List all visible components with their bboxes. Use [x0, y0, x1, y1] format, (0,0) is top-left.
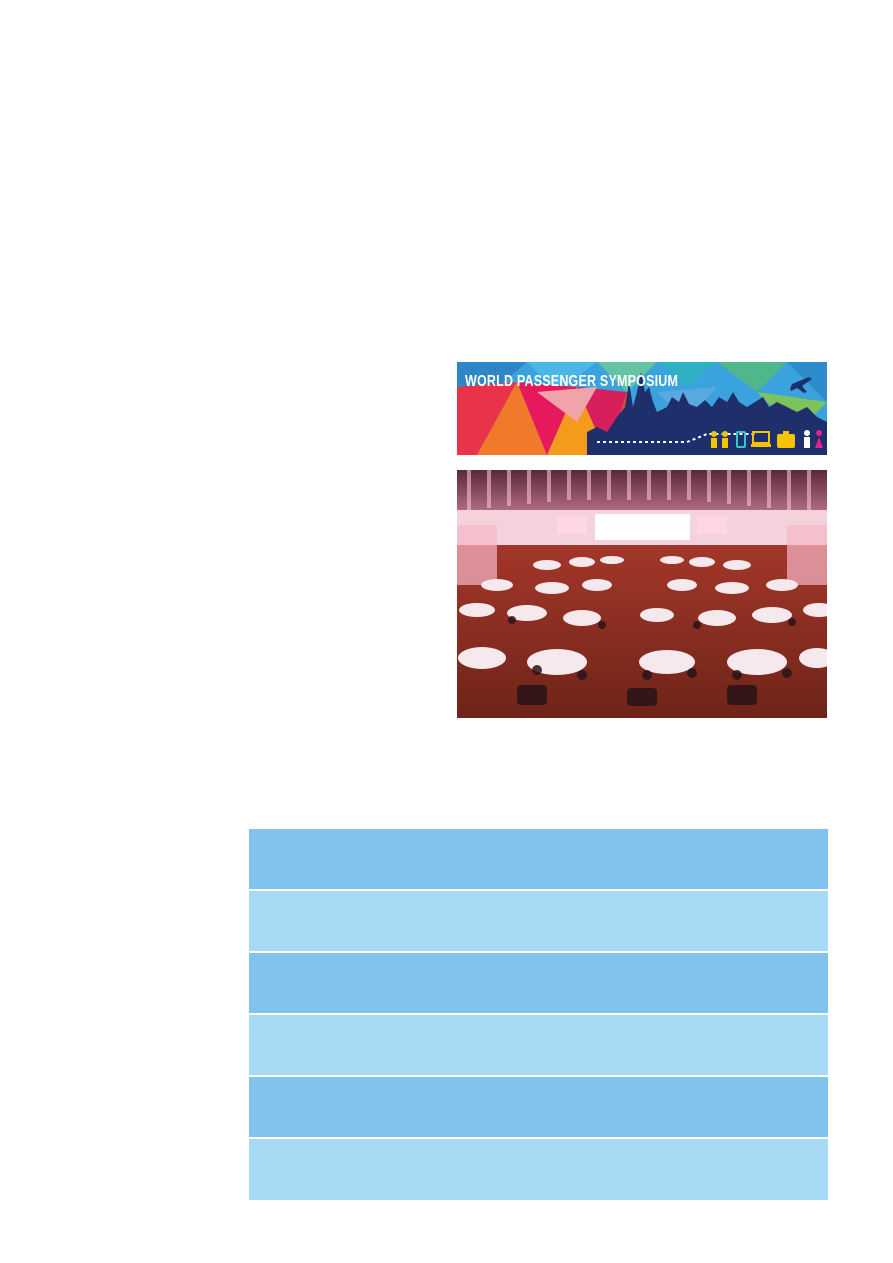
conference-hall-image [457, 470, 827, 718]
table-row [249, 1015, 828, 1077]
table-row [249, 1139, 828, 1200]
person-icon [722, 431, 728, 448]
banner-title: WORLD PASSENGER SYMPOSIUM [465, 372, 679, 390]
shaded-table [249, 829, 828, 1200]
conference-hall-photo [457, 470, 827, 718]
table-row [249, 953, 828, 1015]
table-row [249, 891, 828, 953]
table-row [249, 1077, 828, 1139]
symposium-banner: WORLD PASSENGER SYMPOSIUM [457, 362, 827, 455]
person-icon [804, 430, 810, 448]
table-row [249, 829, 828, 891]
person-icon [711, 431, 717, 448]
